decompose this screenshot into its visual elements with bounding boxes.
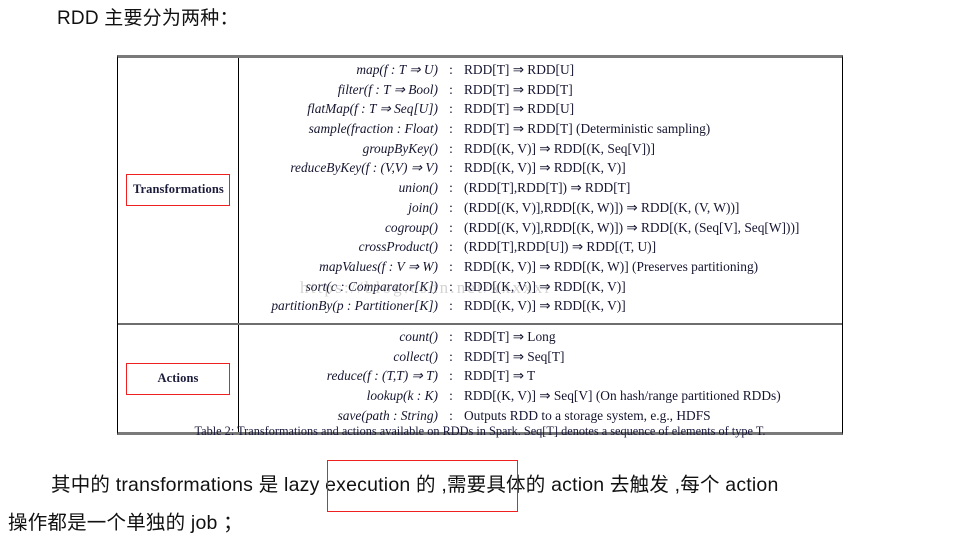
actions-label-highlight: Actions [126, 362, 230, 395]
op-type: RDD[(K, V)] ⇒ RDD[(K, W)] (Preserves par… [464, 258, 759, 274]
table-row: sample(fraction : Float) : RDD[T] ⇒ RDD[… [239, 121, 842, 141]
op-colon: : [449, 258, 453, 274]
op-type: RDD[T] ⇒ RDD[T] (Deterministic sampling) [464, 121, 711, 137]
op-signature: reduceByKey(f : (V,V) ⇒ V) [290, 160, 438, 176]
op-type: RDD[T] ⇒ Seq[T] [464, 348, 565, 364]
transformations-label-highlight: Transformations [126, 174, 230, 207]
op-signature: save(path : String) [337, 407, 438, 423]
op-signature: collect() [393, 348, 438, 364]
table-section-actions: Actions count() : RDD[T] ⇒ Long collect(… [118, 322, 842, 433]
bottom-paragraph-line-2: 操作都是一个单独的 job ； [8, 512, 243, 534]
op-type: RDD[(K, V)] ⇒ RDD[(K, V)] [464, 298, 626, 314]
table-section-transformations: Transformations map(f : T ⇒ U) : RDD[T] … [118, 58, 842, 323]
op-signature: count() [399, 328, 438, 344]
op-colon: : [449, 62, 453, 77]
op-signature: map(f : T ⇒ U) [356, 62, 438, 77]
op-colon: : [449, 388, 453, 403]
op-type: RDD[T] ⇒ RDD[T] [464, 81, 573, 97]
op-signature: mapValues(f : V ⇒ W) [319, 258, 438, 274]
rdd-operations-figure: Transformations map(f : T ⇒ U) : RDD[T] … [117, 55, 843, 436]
op-type: RDD[T] ⇒ RDD[U] [464, 62, 575, 77]
op-type: RDD[(K, V)] ⇒ RDD[(K, V)] [464, 160, 626, 176]
op-signature: reduce(f : (T,T) ⇒ T) [326, 368, 438, 384]
op-type: (RDD[T],RDD[U]) ⇒ RDD[(T, U)] [464, 239, 657, 255]
op-colon: : [449, 140, 453, 156]
op-signature: flatMap(f : T ⇒ Seq[U]) [307, 101, 438, 117]
table-row: reduce(f : (T,T) ⇒ T) : RDD[T] ⇒ T [239, 368, 842, 388]
op-type: RDD[T] ⇒ RDD[U] [464, 101, 575, 117]
actions-rows: count() : RDD[T] ⇒ Long collect() : RDD[… [239, 325, 842, 432]
op-colon: : [449, 81, 453, 97]
op-colon: : [449, 199, 453, 215]
table-row: reduceByKey(f : (V,V) ⇒ V) : RDD[(K, V)]… [239, 160, 842, 180]
op-signature: join() [408, 199, 438, 215]
op-type: (RDD[(K, V)],RDD[(K, W)]) ⇒ RDD[(K, (Seq… [464, 219, 800, 235]
op-type: (RDD[(K, V)],RDD[(K, W)]) ⇒ RDD[(K, (V, … [464, 199, 740, 215]
table-row: map(f : T ⇒ U) : RDD[T] ⇒ RDD[U] [239, 62, 842, 82]
section-label-cell-actions: Actions [118, 324, 239, 433]
op-colon: : [449, 239, 453, 255]
op-colon: : [449, 121, 453, 137]
op-type: RDD[(K, V)] ⇒ RDD[(K, V)] [464, 278, 626, 294]
table-row: crossProduct() : (RDD[T],RDD[U]) ⇒ RDD[(… [239, 239, 842, 259]
op-colon: : [449, 219, 453, 235]
table-row: join() : (RDD[(K, V)],RDD[(K, W)]) ⇒ RDD… [239, 200, 842, 220]
rdd-operations-table: Transformations map(f : T ⇒ U) : RDD[T] … [117, 55, 843, 436]
op-signature: filter(f : T ⇒ Bool) [337, 81, 438, 97]
op-colon: : [449, 101, 453, 117]
op-type: RDD[(K, V)] ⇒ RDD[(K, Seq[V])] [464, 140, 655, 156]
op-colon: : [449, 298, 453, 314]
table-row: sort(c : Comparator[K]) : RDD[(K, V)] ⇒ … [239, 279, 842, 299]
table-row: collect() : RDD[T] ⇒ Seq[T] [239, 349, 842, 369]
op-colon: : [449, 180, 453, 196]
table-row: mapValues(f : V ⇒ W) : RDD[(K, V)] ⇒ RDD… [239, 259, 842, 279]
op-colon: : [449, 368, 453, 384]
table-row: union() : (RDD[T],RDD[T]) ⇒ RDD[T] [239, 180, 842, 200]
table-row: count() : RDD[T] ⇒ Long [239, 329, 842, 349]
op-colon: : [449, 160, 453, 176]
op-signature: sample(fraction : Float) [308, 121, 438, 137]
op-type: RDD[T] ⇒ Long [464, 328, 556, 344]
op-colon: : [449, 328, 453, 344]
op-colon: : [449, 278, 453, 294]
op-type: RDD[T] ⇒ T [464, 368, 536, 384]
table-row: partitionBy(p : Partitioner[K]) : RDD[(K… [239, 298, 842, 318]
table-row: filter(f : T ⇒ Bool) : RDD[T] ⇒ RDD[T] [239, 82, 842, 102]
op-signature: sort(c : Comparator[K]) [305, 278, 438, 294]
page-heading: RDD 主要分为两种： [57, 8, 239, 29]
op-signature: groupByKey() [362, 140, 438, 156]
op-signature: crossProduct() [358, 239, 438, 255]
op-colon: : [449, 407, 453, 423]
bottom-paragraph-line-1: 其中的 transformations 是 lazy execution 的 ,… [51, 474, 779, 496]
table-row: lookup(k : K) : RDD[(K, V)] ⇒ Seq[V] (On… [239, 388, 842, 408]
op-signature: lookup(k : K) [366, 388, 438, 403]
table-row: groupByKey() : RDD[(K, V)] ⇒ RDD[(K, Seq… [239, 141, 842, 161]
op-colon: : [449, 348, 453, 364]
op-signature: partitionBy(p : Partitioner[K]) [271, 298, 438, 314]
transformations-rows: map(f : T ⇒ U) : RDD[T] ⇒ RDD[U] filter(… [239, 58, 842, 323]
op-type: (RDD[T],RDD[T]) ⇒ RDD[T] [464, 180, 631, 196]
op-type: RDD[(K, V)] ⇒ Seq[V] (On hash/range part… [464, 388, 781, 403]
table-row: cogroup() : (RDD[(K, V)],RDD[(K, W)]) ⇒ … [239, 220, 842, 240]
table-row: flatMap(f : T ⇒ Seq[U]) : RDD[T] ⇒ RDD[U… [239, 101, 842, 121]
op-type: Outputs RDD to a storage system, e.g., H… [464, 407, 711, 423]
op-signature: union() [398, 180, 438, 196]
table-caption: Table 2: Transformations and actions ava… [194, 424, 766, 438]
section-label-cell-transformations: Transformations [118, 58, 239, 323]
bottom-paragraph: 其中的 transformations 是 lazy execution 的 ,… [8, 466, 953, 542]
op-signature: cogroup() [384, 219, 438, 235]
